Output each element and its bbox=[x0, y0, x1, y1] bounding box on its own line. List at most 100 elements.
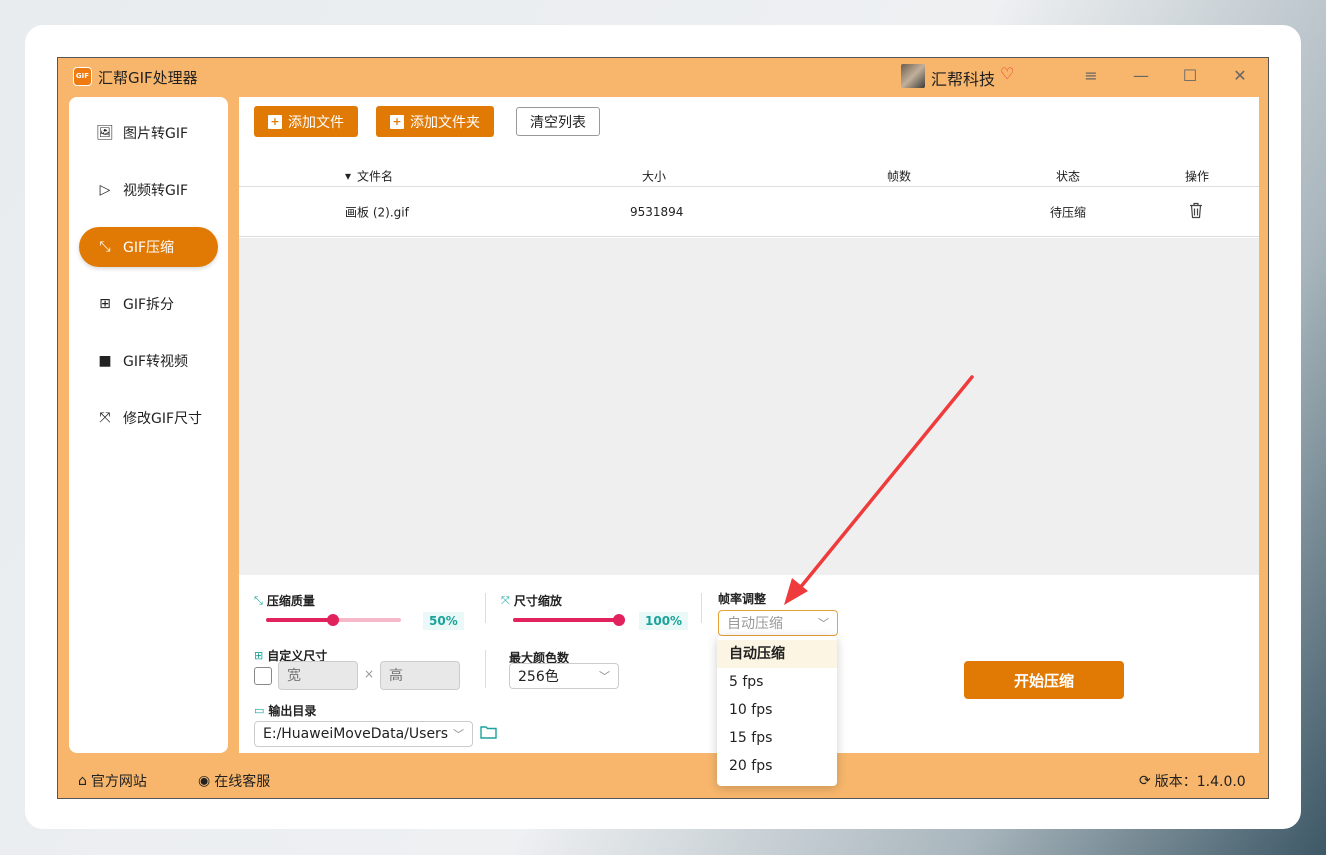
version-info: ⟳ 版本：1.4.0.0 bbox=[1139, 771, 1246, 791]
minimize-button[interactable]: — bbox=[1129, 66, 1153, 85]
header-filename[interactable]: 文件名 bbox=[357, 167, 393, 184]
max-colors-selected: 256色 bbox=[518, 669, 559, 685]
clear-list-button[interactable]: 清空列表 bbox=[516, 107, 600, 136]
sidebar-item-label: GIF压缩 bbox=[123, 240, 175, 256]
refresh-icon[interactable]: ⟳ bbox=[1139, 773, 1151, 789]
quality-value: 50% bbox=[423, 612, 464, 630]
title-bar: GIF 汇帮GIF处理器 汇帮科技 ♡ ≡ — ☐ ✕ bbox=[58, 58, 1268, 96]
frame-rate-option[interactable]: 20 fps bbox=[717, 752, 837, 780]
brand-name: 汇帮科技 bbox=[931, 70, 996, 89]
app-title: 汇帮GIF处理器 bbox=[98, 69, 198, 87]
scale-label-text: 尺寸缩放 bbox=[513, 594, 562, 608]
scale-slider-thumb[interactable] bbox=[613, 614, 625, 626]
version-label: 版本：1.4.0.0 bbox=[1154, 774, 1246, 790]
add-file-label: 添加文件 bbox=[288, 114, 344, 131]
sidebar-item-video-to-gif[interactable]: ▷ 视频转GIF bbox=[79, 170, 218, 210]
image-icon: 🖼 bbox=[96, 125, 114, 141]
file-list-area bbox=[239, 238, 1259, 575]
sort-down-icon[interactable]: ▾ bbox=[345, 169, 351, 183]
row-filename: 画板 (2).gif bbox=[345, 205, 409, 219]
frame-rate-select[interactable]: 自动压缩 ﹀ bbox=[718, 610, 838, 636]
sidebar-item-label: 视频转GIF bbox=[123, 183, 189, 199]
header-frames: 帧数 bbox=[887, 169, 912, 183]
header-status: 状态 bbox=[1056, 169, 1081, 183]
frame-rate-option[interactable]: 自动压缩 bbox=[717, 640, 837, 668]
add-file-button[interactable]: + 添加文件 bbox=[254, 106, 358, 137]
height-input[interactable] bbox=[380, 661, 460, 690]
table-row[interactable]: 画板 (2).gif 9531894 待压缩 bbox=[239, 187, 1259, 237]
delete-icon[interactable] bbox=[1189, 202, 1203, 221]
output-dir-label-text: 输出目录 bbox=[268, 704, 317, 718]
header-action: 操作 bbox=[1185, 169, 1210, 183]
max-colors-select[interactable]: 256色 ﹀ bbox=[509, 663, 619, 689]
sidebar-item-resize-gif[interactable]: ⤧ 修改GIF尺寸 bbox=[79, 398, 218, 438]
sidebar-item-label: GIF拆分 bbox=[123, 297, 175, 313]
frame-rate-option[interactable]: 15 fps bbox=[717, 724, 837, 752]
split-icon: ⊞ bbox=[99, 296, 111, 312]
resize-icon: ⤧ bbox=[99, 410, 111, 426]
vip-diamond-icon: ♡ bbox=[1000, 64, 1015, 83]
add-folder-label: 添加文件夹 bbox=[410, 114, 480, 131]
video-camera-icon: ■ bbox=[98, 353, 112, 369]
chevron-down-icon: ﹀ bbox=[453, 728, 464, 741]
sidebar-item-gif-to-video[interactable]: ■ GIF转视频 bbox=[79, 341, 218, 381]
sidebar-item-label: GIF转视频 bbox=[123, 354, 189, 370]
sidebar-item-gif-split[interactable]: ⊞ GIF拆分 bbox=[79, 284, 218, 324]
divider bbox=[485, 650, 486, 688]
sidebar-item-label: 图片转GIF bbox=[123, 126, 189, 142]
scale-value: 100% bbox=[639, 612, 689, 630]
add-folder-button[interactable]: + 添加文件夹 bbox=[376, 106, 494, 137]
official-site-link[interactable]: ⌂ 官方网站 bbox=[78, 771, 147, 791]
menu-button[interactable]: ≡ bbox=[1079, 66, 1103, 85]
online-service-link[interactable]: ◉ 在线客服 bbox=[198, 771, 270, 791]
chevron-down-icon: ﹀ bbox=[599, 670, 610, 683]
chevron-down-icon: ﹀ bbox=[818, 617, 829, 630]
row-size: 9531894 bbox=[630, 204, 684, 219]
add-folder-icon: + bbox=[390, 114, 404, 129]
quality-slider-fill bbox=[266, 618, 334, 622]
maximize-button[interactable]: ☐ bbox=[1178, 66, 1202, 85]
frame-rate-option[interactable]: 5 fps bbox=[717, 668, 837, 696]
frame-rate-label: 帧率调整 bbox=[718, 592, 767, 606]
divider bbox=[485, 593, 486, 623]
add-file-icon: + bbox=[268, 114, 282, 129]
official-site-label: 官方网站 bbox=[90, 774, 147, 790]
sidebar: 🖼 图片转GIF ▷ 视频转GIF ⤡ GIF压缩 ⊞ GIF拆分 ■ GIF转… bbox=[69, 97, 228, 753]
size-separator: × bbox=[364, 667, 375, 681]
app-window: GIF 汇帮GIF处理器 汇帮科技 ♡ ≡ — ☐ ✕ 🖼 图片转GIF ▷ 视… bbox=[57, 57, 1269, 799]
frame-rate-option[interactable]: 10 fps bbox=[717, 696, 837, 724]
output-dir-select[interactable]: E:/HuaweiMoveData/Users ﹀ bbox=[254, 721, 473, 747]
row-status: 待压缩 bbox=[1050, 205, 1087, 219]
brand-avatar bbox=[901, 64, 925, 88]
frame-rate-dropdown: 自动压缩 5 fps 10 fps 15 fps 20 fps bbox=[717, 636, 837, 786]
sidebar-item-gif-compress[interactable]: ⤡ GIF压缩 bbox=[79, 227, 218, 267]
compress-icon: ⤡ bbox=[99, 239, 111, 255]
scale-label: ⤧ 尺寸缩放 bbox=[501, 592, 562, 609]
compress-icon: ⤡ bbox=[254, 593, 263, 607]
output-dir-value: E:/HuaweiMoveData/Users bbox=[263, 726, 449, 742]
scale-slider-fill[interactable] bbox=[513, 618, 619, 622]
sidebar-item-label: 修改GIF尺寸 bbox=[123, 411, 203, 427]
folder-icon: ▭ bbox=[254, 704, 265, 717]
frame-rate-selected: 自动压缩 bbox=[727, 616, 783, 632]
scale-icon: ⤧ bbox=[501, 593, 510, 607]
quality-slider-track[interactable] bbox=[334, 618, 401, 622]
width-input[interactable] bbox=[278, 661, 358, 690]
start-compress-button[interactable]: 开始压缩 bbox=[964, 661, 1124, 699]
grid-icon: ⊞ bbox=[254, 649, 264, 662]
toolbar: + 添加文件 + 添加文件夹 清空列表 bbox=[239, 97, 1259, 147]
quality-label-text: 压缩质量 bbox=[266, 594, 315, 608]
play-icon: ▷ bbox=[99, 182, 111, 198]
open-folder-icon[interactable] bbox=[480, 725, 497, 743]
online-service-label: 在线客服 bbox=[214, 774, 271, 790]
quality-label: ⤡ 压缩质量 bbox=[254, 592, 315, 609]
close-button[interactable]: ✕ bbox=[1228, 66, 1252, 85]
home-icon: ⌂ bbox=[78, 773, 87, 789]
app-logo: GIF bbox=[73, 67, 92, 86]
headset-icon: ◉ bbox=[198, 773, 211, 789]
sidebar-item-image-to-gif[interactable]: 🖼 图片转GIF bbox=[79, 113, 218, 153]
quality-slider-thumb[interactable] bbox=[327, 614, 339, 626]
output-dir-label: ▭ 输出目录 bbox=[254, 702, 316, 719]
table-header: ▾ 文件名 大小 帧数 状态 操作 bbox=[239, 165, 1259, 187]
custom-size-checkbox[interactable] bbox=[254, 667, 272, 685]
